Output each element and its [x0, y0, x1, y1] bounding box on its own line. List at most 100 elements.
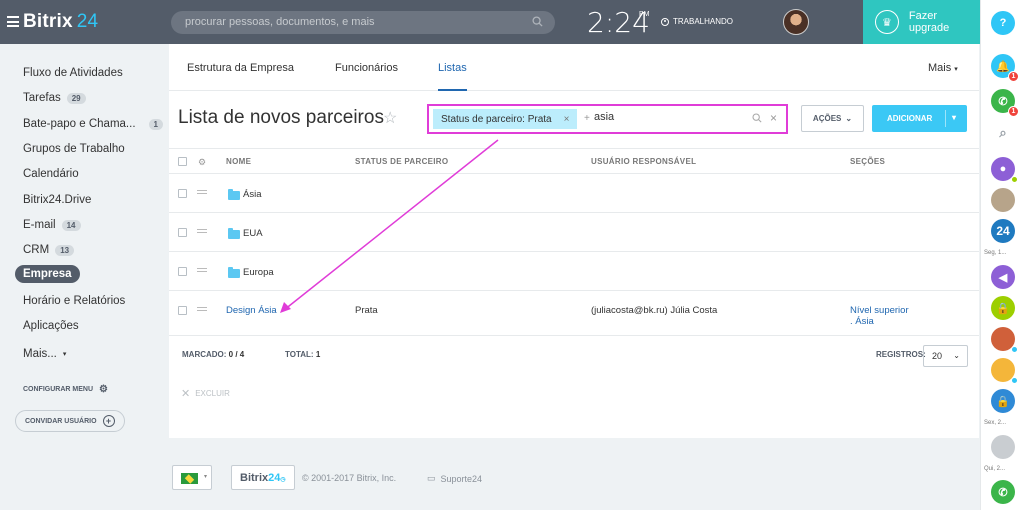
- column-header-status[interactable]: STATUS DE PARCEIRO: [355, 157, 448, 166]
- support-link[interactable]: ▭ Suporte24: [427, 473, 482, 484]
- sidebar-item-email[interactable]: E-mail 14: [23, 216, 81, 234]
- row-checkbox[interactable]: [178, 267, 187, 276]
- upgrade-button[interactable]: ♛ Fazer upgrade: [863, 0, 980, 44]
- b24-chat-icon[interactable]: 24: [991, 219, 1015, 243]
- table-row[interactable]: Ásia: [169, 175, 979, 213]
- user-avatar[interactable]: [783, 9, 809, 35]
- contact-caption-2: Sex, 2...: [984, 420, 1007, 426]
- column-header-name[interactable]: NOME: [226, 157, 251, 166]
- filter-chip[interactable]: Status de parceiro: Prata ×: [433, 109, 578, 129]
- chat-icon[interactable]: ✆ 1: [991, 89, 1019, 117]
- column-header-sections[interactable]: SEÇÕES: [850, 157, 885, 166]
- drag-handle-icon[interactable]: [197, 268, 207, 274]
- column-header-user[interactable]: USUÁRIO RESPONSÁVEL: [591, 157, 696, 166]
- sidebar-item-activity-stream[interactable]: Fluxo de Atividades: [23, 64, 123, 82]
- notifications-bell-icon[interactable]: 🔔 1: [991, 54, 1019, 82]
- clock-ampm: PM: [639, 11, 650, 18]
- contact-avatar-2[interactable]: [991, 188, 1015, 212]
- item-status: Prata: [355, 305, 378, 316]
- invite-user-button[interactable]: CONVIDAR USUÁRIO +: [15, 410, 125, 432]
- chevron-down-icon: ⌄: [953, 351, 960, 360]
- sidebar-item-time-reports[interactable]: Horário e Relatórios: [23, 292, 125, 310]
- select-all-checkbox[interactable]: [178, 157, 187, 166]
- filter-search-box[interactable]: Status de parceiro: Prata× + ×: [427, 104, 788, 134]
- brazil-flag-icon: [181, 473, 198, 484]
- record-icon: [661, 17, 669, 26]
- tab-company-structure[interactable]: Estrutura da Empresa: [187, 62, 294, 74]
- actions-button[interactable]: AÇÕES ⌄: [801, 105, 864, 132]
- table-row[interactable]: Design Ásia Prata (juliacosta@bk.ru) Júl…: [169, 292, 979, 336]
- sidebar-item-chat[interactable]: Bate-papo e Chama... 1: [23, 115, 163, 133]
- crown-icon: ♛: [875, 10, 899, 34]
- sidebar-item-drive[interactable]: Bitrix24.Drive: [23, 191, 91, 209]
- sidebar-item-crm[interactable]: CRM 13: [23, 241, 75, 259]
- folder-name[interactable]: Ásia: [243, 189, 261, 200]
- left-sidebar: Fluxo de Atividades Tarefas 29 Bate-papo …: [0, 44, 169, 510]
- item-name-link[interactable]: Design Ásia: [226, 305, 277, 316]
- contact-avatar-4[interactable]: [991, 358, 1018, 384]
- count-badge: 1: [148, 118, 163, 130]
- tab-more[interactable]: Mais ▾: [928, 62, 958, 74]
- item-responsible-user[interactable]: (juliacosta@bk.ru) Júlia Costa: [591, 305, 717, 316]
- grid-footer: MARCADO: 0 / 4 TOTAL: 1 REGISTROS: 20 ⌄: [169, 336, 979, 372]
- search-icon[interactable]: [752, 113, 762, 123]
- help-icon[interactable]: ?: [991, 11, 1015, 35]
- drag-handle-icon[interactable]: [197, 229, 207, 235]
- remove-chip-icon[interactable]: ×: [564, 114, 570, 125]
- records-per-page-select[interactable]: 20 ⌄: [923, 345, 968, 367]
- search-input[interactable]: [185, 16, 525, 28]
- row-checkbox[interactable]: [178, 189, 187, 198]
- drag-handle-icon[interactable]: [197, 190, 207, 196]
- star-icon[interactable]: ☆: [383, 108, 397, 128]
- page-title: Lista de novos parceiros: [178, 107, 384, 128]
- chevron-down-icon: ⌄: [845, 114, 853, 123]
- logo[interactable]: Bitrix 24: [23, 11, 98, 33]
- phone-icon[interactable]: ✆: [991, 480, 1015, 504]
- count-badge: 13: [55, 244, 75, 256]
- lock-icon-green[interactable]: 🔒: [991, 296, 1015, 320]
- item-section-level[interactable]: Nível superior: [850, 305, 909, 316]
- table-row[interactable]: EUA: [169, 214, 979, 252]
- sidebar-item-workgroups[interactable]: Grupos de Trabalho: [23, 140, 125, 158]
- row-checkbox[interactable]: [178, 306, 187, 315]
- contact-avatar-1[interactable]: ●: [991, 157, 1018, 183]
- bitrix24-badge[interactable]: Bitrix24◷: [231, 465, 295, 490]
- menu-icon[interactable]: [7, 16, 19, 27]
- close-icon: ✕: [181, 388, 191, 400]
- add-dropdown-icon[interactable]: ▾: [952, 113, 956, 122]
- language-selector[interactable]: ▾: [172, 465, 212, 490]
- sidebar-item-calendar[interactable]: Calendário: [23, 165, 79, 183]
- tab-employees[interactable]: Funcionários: [335, 62, 398, 74]
- contact-avatar-3[interactable]: [991, 327, 1018, 353]
- contact-avatar-5[interactable]: [991, 435, 1015, 459]
- row-checkbox[interactable]: [178, 228, 187, 237]
- work-status[interactable]: TRABALHANDO: [661, 17, 733, 26]
- records-label: REGISTROS:: [876, 350, 926, 359]
- contacts-search-icon[interactable]: ⌕: [991, 121, 1015, 145]
- sidebar-item-tasks[interactable]: Tarefas 29: [23, 89, 86, 107]
- sidebar-item-applications[interactable]: Aplicações: [23, 317, 79, 335]
- filter-query-input[interactable]: [594, 111, 744, 123]
- sidebar-item-more[interactable]: Mais... ▾: [23, 345, 66, 363]
- item-section-name[interactable]: . Ásia: [850, 316, 874, 327]
- sidebar-item-company[interactable]: Empresa: [15, 265, 80, 283]
- clear-filter-icon[interactable]: ×: [770, 111, 777, 125]
- grid-settings-gear-icon[interactable]: ⚙: [198, 157, 206, 168]
- add-button[interactable]: ADICIONAR ▾: [872, 105, 967, 132]
- table-row[interactable]: Europa: [169, 253, 979, 291]
- drag-handle-icon[interactable]: [197, 307, 207, 313]
- tab-lists[interactable]: Listas: [438, 62, 467, 91]
- global-search[interactable]: [171, 11, 555, 34]
- add-filter-icon[interactable]: +: [584, 113, 590, 124]
- search-icon[interactable]: [532, 16, 543, 27]
- configure-menu-button[interactable]: CONFIGURAR MENU ⚙: [23, 384, 108, 395]
- folder-icon: [228, 228, 240, 239]
- folder-name[interactable]: EUA: [243, 228, 263, 239]
- marked-count: MARCADO: 0 / 4: [182, 350, 245, 359]
- folder-name[interactable]: Europa: [243, 267, 274, 278]
- megaphone-icon[interactable]: ◀: [991, 265, 1015, 289]
- grid-header: ⚙ NOME STATUS DE PARCEIRO USUÁRIO RESPON…: [169, 148, 979, 174]
- delete-button[interactable]: ✕ EXCLUIR: [181, 387, 230, 400]
- lock-icon-blue[interactable]: 🔒: [991, 389, 1015, 413]
- plus-icon: +: [102, 415, 115, 427]
